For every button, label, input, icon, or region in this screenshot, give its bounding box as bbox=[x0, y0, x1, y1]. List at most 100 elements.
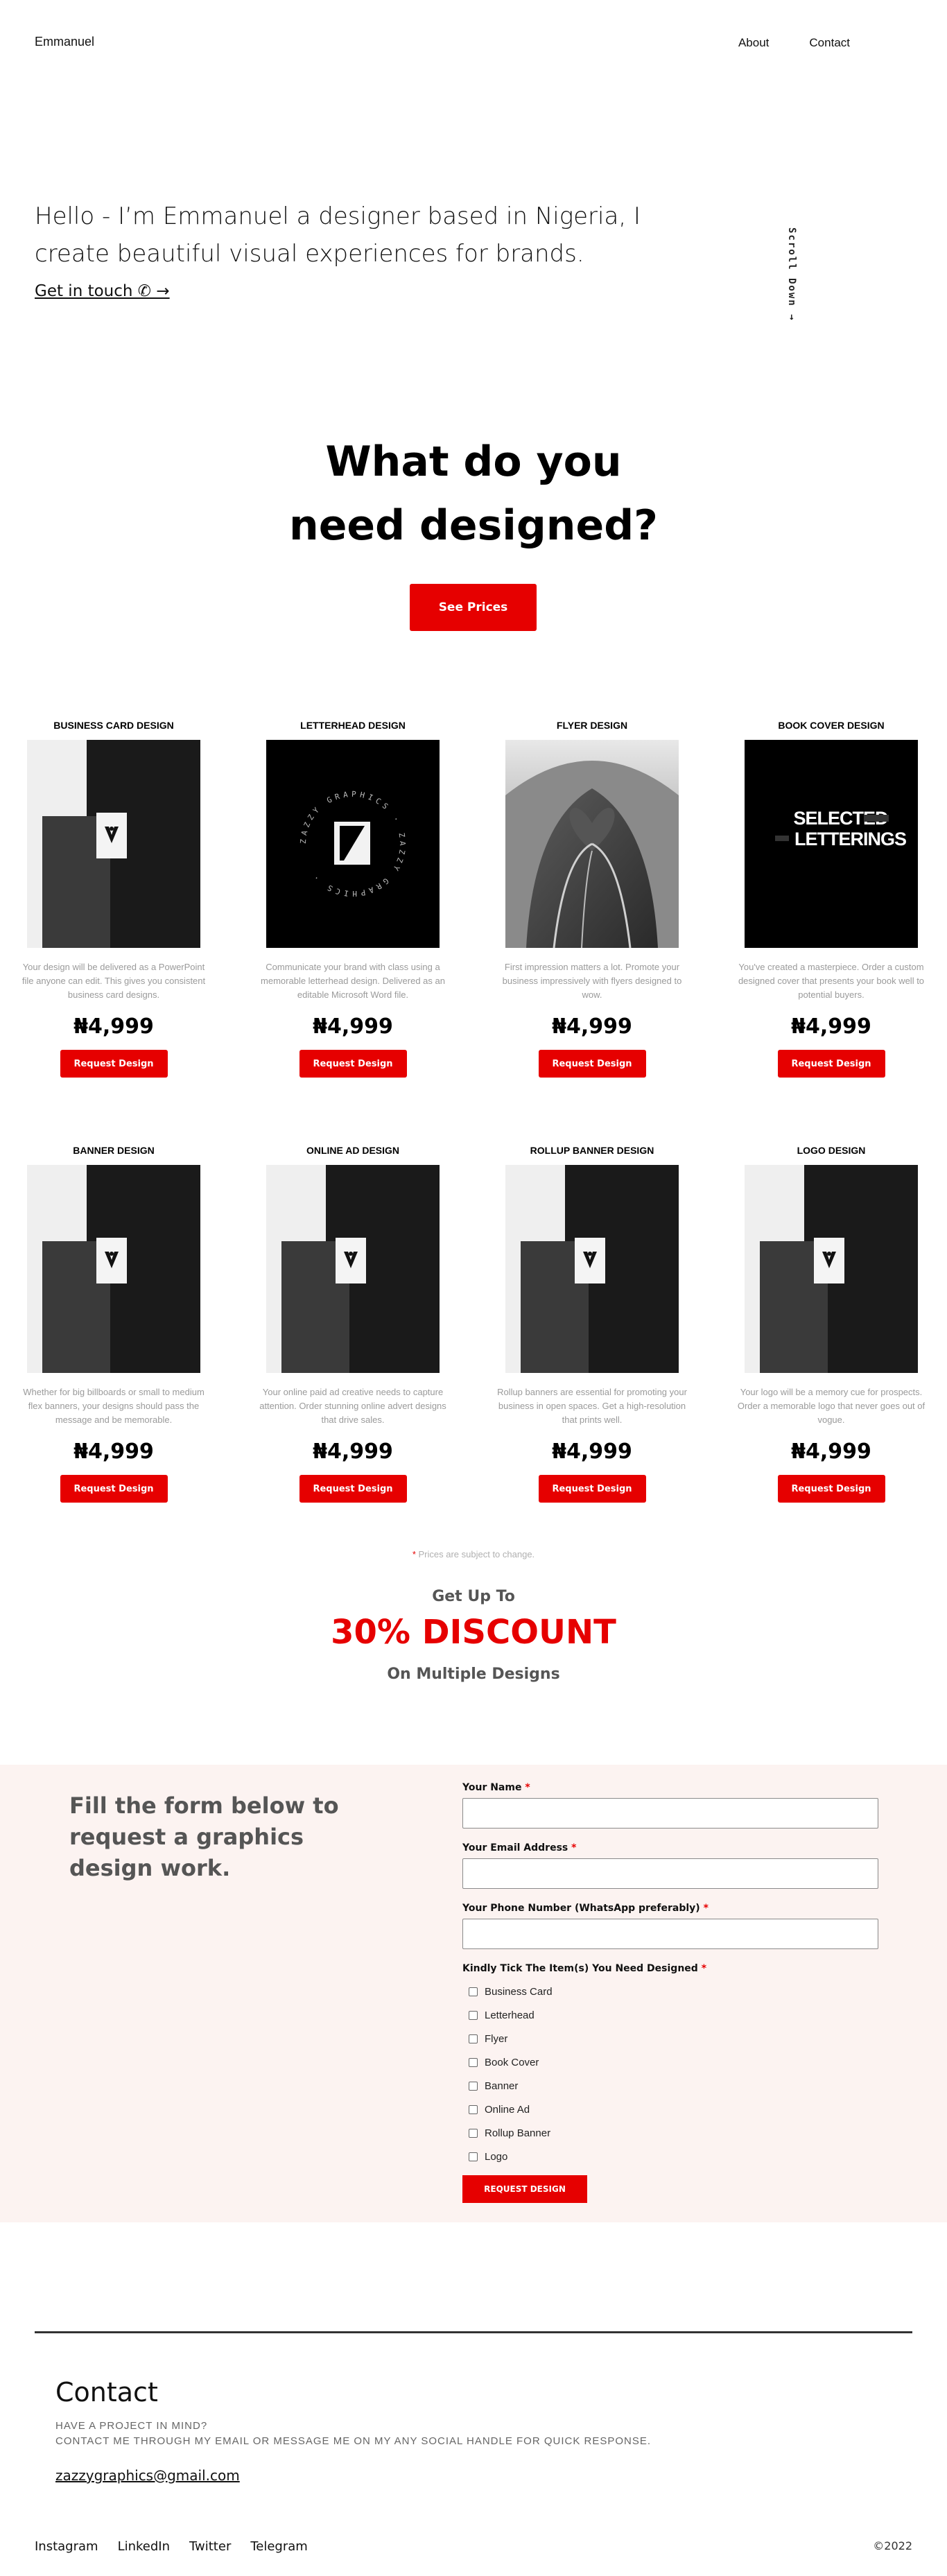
card-title: FLYER DESIGN bbox=[556, 720, 628, 731]
letterhead-preview-image: ZAZZY GRAPHICS · ZAZZY GRAPHICS · bbox=[266, 740, 440, 948]
card-description: Communicate your brand with class using … bbox=[261, 962, 445, 1000]
checkbox-online-ad[interactable]: Online Ad bbox=[462, 2103, 878, 2116]
service-card-book-cover: BOOK COVER DESIGN SELECTED LETTERINGS Yo… bbox=[733, 718, 929, 1078]
card-price: ₦4,999 bbox=[313, 1440, 393, 1464]
request-design-button[interactable]: Request Design bbox=[299, 1050, 407, 1078]
card-title: BANNER DESIGN bbox=[73, 1145, 155, 1156]
contact-email-link[interactable]: zazzygraphics@gmail.com bbox=[55, 2467, 240, 2484]
checkbox[interactable] bbox=[469, 2104, 478, 2114]
card-description: First impression matters a lot. Promote … bbox=[502, 962, 682, 1000]
service-card-banner: BANNER DESIGN Whether for big billboards… bbox=[16, 1143, 211, 1503]
checkbox[interactable] bbox=[469, 2128, 478, 2138]
online-ad-preview-image bbox=[266, 1165, 440, 1373]
card-description: Your online paid ad creative needs to ca… bbox=[259, 1387, 446, 1425]
social-link-telegram[interactable]: Telegram bbox=[250, 2539, 307, 2554]
promo-bottom-text: On Multiple Designs bbox=[387, 1666, 560, 1683]
service-card-flyer: FLYER DESIGN First impression matters a … bbox=[494, 718, 690, 1078]
book-cover-preview-image: SELECTED LETTERINGS bbox=[745, 740, 918, 948]
checkbox-letterhead[interactable]: Letterhead bbox=[462, 2009, 878, 2021]
request-form: Your Name * Your Email Address * Your Ph… bbox=[462, 1782, 878, 2203]
nav-link-about[interactable]: About bbox=[738, 36, 769, 50]
form-intro-heading: Fill the form below to request a graphic… bbox=[69, 1792, 339, 1881]
discount-headline: 30% DISCOUNT bbox=[331, 1613, 616, 1652]
contact-instructions: CONTACT ME THROUGH MY EMAIL OR MESSAGE M… bbox=[55, 2435, 652, 2447]
brand-logo-text[interactable]: Emmanuel bbox=[35, 35, 94, 49]
services-headline: What do you need designed? bbox=[0, 430, 947, 557]
checkbox-rollup-banner[interactable]: Rollup Banner bbox=[462, 2127, 878, 2139]
checkbox-logo[interactable]: Logo bbox=[462, 2150, 878, 2163]
checkbox[interactable] bbox=[469, 2152, 478, 2161]
hero-section: Hello - I’m Emmanuel a designer based in… bbox=[35, 198, 714, 300]
request-design-button[interactable]: Request Design bbox=[60, 1050, 168, 1078]
get-in-touch-link[interactable]: Get in touch ✆ → bbox=[35, 282, 170, 300]
name-field[interactable] bbox=[462, 1798, 878, 1829]
request-design-button[interactable]: Request Design bbox=[538, 1050, 646, 1078]
price-notice: * Prices are subject to change. bbox=[0, 1549, 947, 1559]
card-title: LOGO DESIGN bbox=[797, 1145, 866, 1156]
notice-text: Prices are subject to change. bbox=[418, 1549, 535, 1559]
submit-request-button[interactable]: REQUEST DESIGN bbox=[462, 2175, 587, 2203]
card-title: BOOK COVER DESIGN bbox=[778, 720, 885, 731]
phone-field[interactable] bbox=[462, 1919, 878, 1949]
card-price: ₦4,999 bbox=[313, 1014, 393, 1039]
request-design-button[interactable]: Request Design bbox=[60, 1475, 168, 1503]
card-description: Your logo will be a memory cue for prosp… bbox=[737, 1387, 926, 1425]
request-design-button[interactable]: Request Design bbox=[777, 1050, 885, 1078]
request-design-button[interactable]: Request Design bbox=[777, 1475, 885, 1503]
card-price: ₦4,999 bbox=[73, 1014, 154, 1039]
checkbox[interactable] bbox=[469, 1987, 478, 1996]
card-description: Rollup banners are essential for promoti… bbox=[497, 1387, 687, 1425]
headline-line-1: What do you bbox=[325, 438, 622, 486]
checkbox[interactable] bbox=[469, 2010, 478, 2020]
contact-subtitle: HAVE A PROJECT IN MIND? bbox=[55, 2420, 208, 2432]
see-prices-button[interactable]: See Prices bbox=[410, 584, 537, 631]
card-title: LETTERHEAD DESIGN bbox=[300, 720, 406, 731]
card-description: Whether for big billboards or small to m… bbox=[23, 1387, 205, 1425]
service-card-business-card: BUSINESS CARD DESIGN Your design will be… bbox=[16, 718, 211, 1078]
card-price: ₦4,999 bbox=[552, 1440, 632, 1464]
logo-preview-image bbox=[745, 1165, 918, 1373]
social-links: Instagram LinkedIn Twitter Telegram bbox=[35, 2539, 308, 2554]
card-price: ₦4,999 bbox=[791, 1014, 871, 1039]
card-title: BUSINESS CARD DESIGN bbox=[53, 720, 174, 731]
checkbox-business-card[interactable]: Business Card bbox=[462, 1985, 878, 1998]
request-design-button[interactable]: Request Design bbox=[538, 1475, 646, 1503]
name-label: Your Name * bbox=[462, 1782, 530, 1793]
phone-label: Your Phone Number (WhatsApp preferably) … bbox=[462, 1903, 709, 1914]
footer: Instagram LinkedIn Twitter Telegram ©202… bbox=[35, 2539, 912, 2554]
scroll-down-indicator[interactable]: Scroll Down → bbox=[786, 227, 797, 322]
card-price: ₦4,999 bbox=[791, 1440, 871, 1464]
contact-heading: Contact bbox=[55, 2377, 158, 2408]
notice-asterisk: * bbox=[412, 1549, 416, 1559]
promo-top-text: Get Up To bbox=[432, 1588, 515, 1605]
copyright-text: ©2022 bbox=[873, 2539, 912, 2552]
nav-link-contact[interactable]: Contact bbox=[809, 36, 850, 50]
top-nav: Emmanuel About Contact bbox=[0, 0, 947, 90]
request-design-button[interactable]: Request Design bbox=[299, 1475, 407, 1503]
card-title: ROLLUP BANNER DESIGN bbox=[530, 1145, 654, 1156]
social-link-twitter[interactable]: Twitter bbox=[189, 2539, 231, 2554]
card-description: You've created a masterpiece. Order a cu… bbox=[738, 962, 925, 1000]
social-link-instagram[interactable]: Instagram bbox=[35, 2539, 98, 2554]
card-price: ₦4,999 bbox=[73, 1440, 154, 1464]
email-field[interactable] bbox=[462, 1858, 878, 1889]
social-link-linkedin[interactable]: LinkedIn bbox=[118, 2539, 170, 2554]
email-label: Your Email Address * bbox=[462, 1842, 577, 1853]
book-cover-line-2: LETTERINGS bbox=[794, 829, 907, 849]
service-card-letterhead: LETTERHEAD DESIGN ZAZZY GRAPHICS · ZAZZY… bbox=[255, 718, 451, 1078]
contact-divider bbox=[35, 2331, 912, 2333]
checkbox-banner[interactable]: Banner bbox=[462, 2080, 878, 2092]
rollup-banner-preview-image bbox=[505, 1165, 679, 1373]
card-description: Your design will be delivered as a Power… bbox=[21, 962, 206, 1000]
card-price: ₦4,999 bbox=[552, 1014, 632, 1039]
checkbox[interactable] bbox=[469, 2057, 478, 2067]
checkbox-book-cover[interactable]: Book Cover bbox=[462, 2056, 878, 2068]
checkbox[interactable] bbox=[469, 2034, 478, 2043]
items-label: Kindly Tick The Item(s) You Need Designe… bbox=[462, 1963, 707, 1974]
service-card-online-ad: ONLINE AD DESIGN Your online paid ad cre… bbox=[255, 1143, 451, 1503]
nav-links: About Contact bbox=[738, 36, 850, 50]
headline-line-2: need designed? bbox=[289, 501, 658, 550]
hero-intro-text: Hello - I’m Emmanuel a designer based in… bbox=[35, 202, 641, 268]
checkbox-flyer[interactable]: Flyer bbox=[462, 2032, 878, 2045]
checkbox[interactable] bbox=[469, 2081, 478, 2091]
